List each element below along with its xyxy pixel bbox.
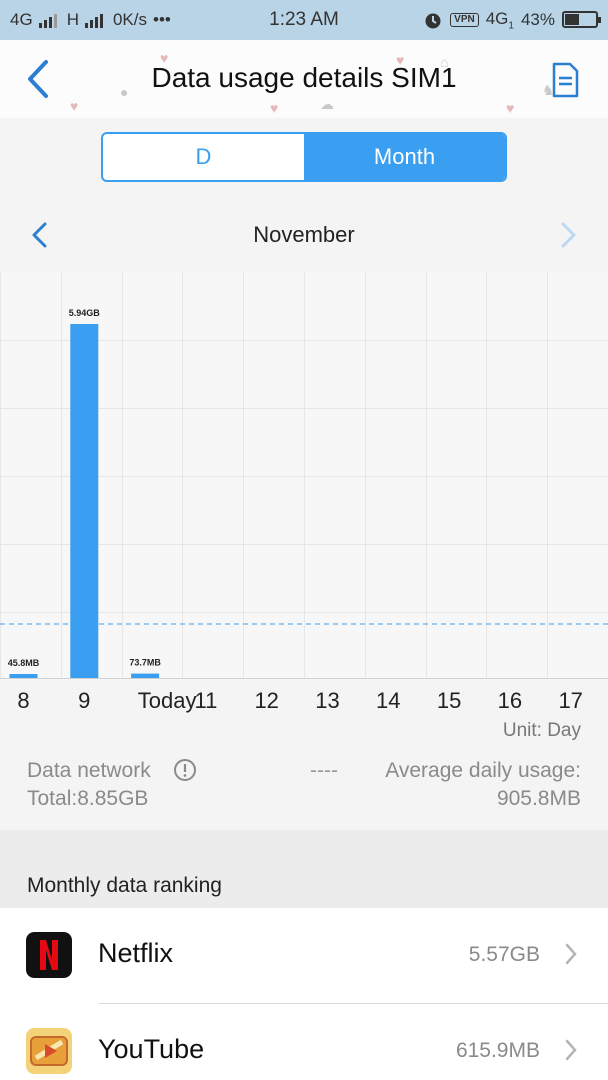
chart-bar	[131, 673, 160, 678]
youtube-icon	[26, 1028, 72, 1074]
period-toggle: D Month	[101, 132, 507, 182]
toggle-month[interactable]: Month	[304, 134, 505, 180]
network-speed: 0K/s	[112, 10, 147, 29]
bar-data-label: 45.8MB	[8, 658, 40, 668]
x-tick-label: 14	[376, 688, 401, 713]
x-tick-label: 12	[254, 688, 279, 713]
month-label: November	[253, 222, 355, 247]
list-item-youtube[interactable]: YouTube 615.9MB	[0, 1004, 608, 1080]
signal-icon	[38, 12, 57, 28]
ranking-title: Monthly data ranking	[27, 874, 222, 897]
chevron-right-icon	[565, 1039, 577, 1061]
toggle-day[interactable]: D	[103, 134, 304, 180]
ranking-section-header: Monthly data ranking	[0, 830, 608, 908]
alarm-icon	[425, 13, 441, 29]
list-item-netflix[interactable]: Netflix 5.57GB	[0, 908, 608, 1004]
app-usage: 615.9MB	[455, 1039, 540, 1062]
x-tick-label: 9	[78, 688, 91, 713]
info-icon[interactable]	[173, 758, 197, 782]
unit-label: Unit: Day	[502, 720, 581, 741]
average-daily-value: 905.8MB	[496, 787, 581, 810]
more-indicator: •••	[153, 10, 171, 29]
signal-icon	[84, 12, 103, 28]
heart-decoration-icon: ♥	[270, 100, 279, 116]
app-name: YouTube	[98, 1034, 205, 1064]
month-navigator: November	[0, 210, 608, 260]
bar-data-label: 73.7MB	[129, 658, 161, 668]
average-line-legend: ----	[310, 759, 338, 782]
network-type-1: 4G	[10, 10, 33, 29]
total-usage: Total:8.85GB	[27, 787, 149, 810]
header: ♥ ♥ ● ♥ ☁ ♥ ⌂ ♥ ♞ Data usage details SIM…	[0, 40, 608, 118]
heart-decoration-icon: ♥	[70, 98, 79, 114]
network-type-3: 4G1	[485, 8, 514, 32]
app-ranking-list: Netflix 5.57GB YouTube 615.9MB	[0, 908, 608, 1080]
x-tick-label: Today	[137, 688, 197, 713]
page-title: Data usage details SIM1	[151, 62, 457, 93]
x-tick-label: 11	[194, 688, 218, 713]
status-bar: 4G H 0K/s ••• 1:23 AM VPN 4G1 43%	[0, 0, 608, 40]
chevron-right-icon	[565, 943, 577, 965]
x-axis-labels: 8 9 Today 11 12 13 14 15 16 17	[0, 688, 608, 720]
usage-chart: 45.8MB 5.94GB 73.7MB	[0, 272, 608, 680]
chart-bar	[9, 674, 38, 678]
x-tick-label: 17	[558, 688, 583, 713]
export-document-icon[interactable]	[550, 62, 580, 98]
x-tick-label: 16	[497, 688, 523, 713]
heart-decoration-icon: ♥	[506, 100, 515, 116]
x-tick-label: 8	[17, 688, 30, 713]
usage-summary: Data network Total:8.85GB ---- Average d…	[0, 755, 608, 825]
bar-data-label: 5.94GB	[69, 308, 101, 318]
vpn-badge: VPN	[450, 12, 479, 27]
x-tick-label: 13	[315, 688, 340, 713]
cloud-decoration-icon: ☁	[320, 96, 334, 112]
app-name: Netflix	[98, 938, 174, 968]
x-tick-label: 15	[436, 688, 462, 713]
average-daily-label: Average daily usage:	[385, 759, 581, 782]
usage-bar-chart: 45.8MB 5.94GB 73.7MB	[0, 272, 608, 679]
battery-icon	[562, 11, 601, 29]
data-network-label: Data network	[27, 759, 151, 782]
chart-bar	[70, 324, 99, 678]
netflix-icon	[26, 932, 72, 978]
chevron-right-icon[interactable]	[554, 220, 582, 250]
network-type-2: H	[66, 10, 79, 29]
battery-percent: 43%	[520, 9, 555, 29]
app-usage: 5.57GB	[468, 943, 540, 966]
